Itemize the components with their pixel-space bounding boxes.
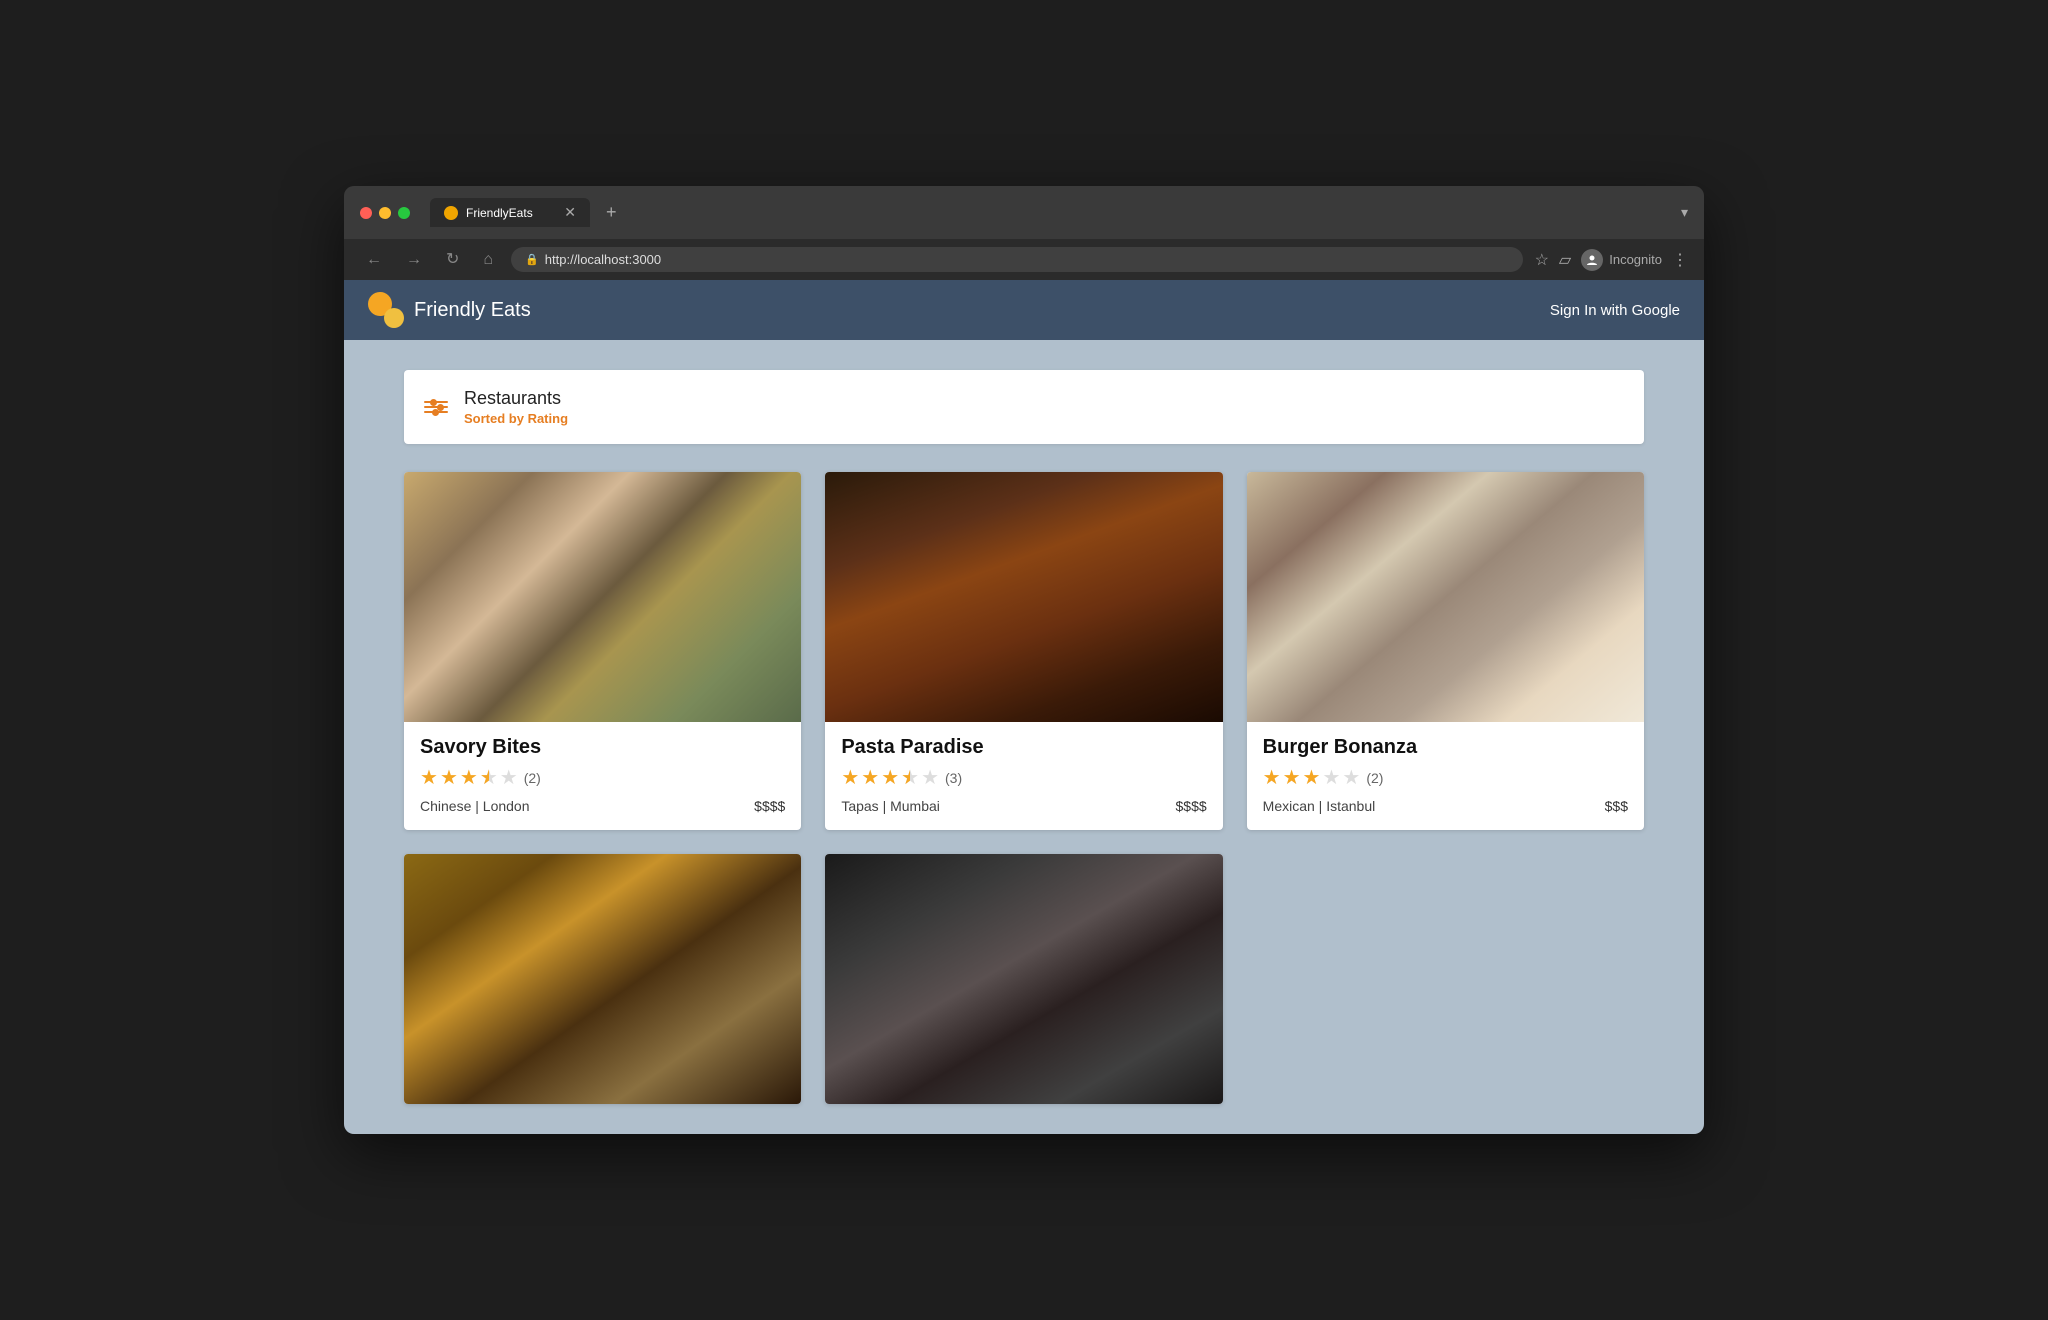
card-name: Pasta Paradise — [841, 736, 1206, 759]
star-filled: ★ — [440, 765, 458, 790]
star-filled: ★ — [420, 765, 438, 790]
restaurant-card[interactable]: Pasta Paradise ★★★★★★ (3) Tapas | Mumbai… — [825, 472, 1222, 830]
star-rating: ★★★★★★ (3) — [841, 765, 1206, 790]
star-empty: ★ — [921, 765, 939, 790]
card-meta: Mexican | Istanbul $$$ — [1263, 798, 1628, 814]
url-text: http://localhost:3000 — [545, 252, 661, 267]
logo-circle-secondary — [384, 308, 404, 328]
back-button[interactable]: ← — [360, 248, 388, 272]
filter-line-1 — [424, 401, 448, 403]
restaurant-card[interactable]: Savory Bites ★★★★★★ (2) Chinese | London… — [404, 472, 801, 830]
restaurants-panel[interactable]: Restaurants Sorted by Rating — [404, 370, 1644, 444]
app-header: Friendly Eats Sign In with Google — [344, 280, 1704, 340]
star-filled: ★ — [1263, 765, 1281, 790]
star-filled: ★ — [1303, 765, 1321, 790]
card-cuisine: Tapas | Mumbai — [841, 798, 940, 814]
card-image — [825, 854, 1222, 1104]
browser-window: FriendlyEats ✕ + ▾ ← → ↻ ⌂ 🔒 http://loca… — [344, 186, 1704, 1134]
lock-icon: 🔒 — [525, 253, 539, 266]
address-bar: ← → ↻ ⌂ 🔒 http://localhost:3000 ☆ ▱ Inco… — [344, 239, 1704, 280]
star-half: ★★ — [901, 765, 919, 790]
incognito-label: Incognito — [1609, 252, 1662, 267]
star-filled: ★ — [861, 765, 879, 790]
panel-text: Restaurants Sorted by Rating — [464, 388, 568, 426]
card-price: $$$ — [1605, 798, 1628, 814]
home-button[interactable]: ⌂ — [477, 248, 499, 272]
card-info: Burger Bonanza ★★★★★ (2) Mexican | Istan… — [1247, 722, 1644, 830]
refresh-button[interactable]: ↻ — [440, 248, 465, 272]
review-count: (3) — [945, 770, 962, 786]
panel-subtitle: Sorted by Rating — [464, 411, 568, 426]
traffic-lights — [360, 207, 410, 219]
star-empty: ★ — [500, 765, 518, 790]
restaurant-grid: Savory Bites ★★★★★★ (2) Chinese | London… — [404, 472, 1644, 1104]
star-filled: ★ — [1283, 765, 1301, 790]
card-meta: Chinese | London $$$$ — [420, 798, 785, 814]
incognito-avatar — [1581, 249, 1603, 271]
card-meta: Tapas | Mumbai $$$$ — [841, 798, 1206, 814]
sign-in-button[interactable]: Sign In with Google — [1550, 302, 1680, 319]
star-filled: ★ — [881, 765, 899, 790]
card-name: Savory Bites — [420, 736, 785, 759]
forward-button[interactable]: → — [400, 248, 428, 272]
bookmark-button[interactable]: ☆ — [1535, 250, 1549, 270]
card-image — [404, 472, 801, 722]
close-button[interactable] — [360, 207, 372, 219]
address-bar-right: ☆ ▱ Incognito ⋮ — [1535, 249, 1688, 271]
card-cuisine: Mexican | Istanbul — [1263, 798, 1376, 814]
app-logo: Friendly Eats — [368, 292, 531, 328]
app-title: Friendly Eats — [414, 299, 531, 322]
tab-title: FriendlyEats — [466, 206, 533, 220]
card-image — [825, 472, 1222, 722]
star-empty: ★ — [1342, 765, 1360, 790]
active-tab[interactable]: FriendlyEats ✕ — [430, 198, 590, 227]
card-name: Burger Bonanza — [1263, 736, 1628, 759]
card-info: Pasta Paradise ★★★★★★ (3) Tapas | Mumbai… — [825, 722, 1222, 830]
app-content: Restaurants Sorted by Rating Savory Bite… — [344, 340, 1704, 1134]
filter-line-2 — [424, 406, 448, 408]
star-half: ★★ — [480, 765, 498, 790]
logo-icon — [368, 292, 404, 328]
card-image — [1247, 472, 1644, 722]
minimize-button[interactable] — [379, 207, 391, 219]
tab-close-button[interactable]: ✕ — [564, 204, 576, 221]
filter-icon — [424, 401, 448, 413]
panel-title: Restaurants — [464, 388, 568, 409]
address-input[interactable]: 🔒 http://localhost:3000 — [511, 247, 1523, 272]
browser-titlebar: FriendlyEats ✕ + ▾ — [344, 186, 1704, 239]
card-image — [404, 854, 801, 1104]
split-screen-button[interactable]: ▱ — [1559, 250, 1571, 270]
maximize-button[interactable] — [398, 207, 410, 219]
tab-dropdown-button[interactable]: ▾ — [1681, 204, 1688, 221]
incognito-button[interactable]: Incognito — [1581, 249, 1662, 271]
new-tab-button[interactable]: + — [598, 198, 625, 227]
star-rating: ★★★★★★ (2) — [420, 765, 785, 790]
card-price: $$$$ — [1176, 798, 1207, 814]
more-button[interactable]: ⋮ — [1672, 250, 1688, 270]
restaurant-card[interactable] — [404, 854, 801, 1104]
restaurant-card[interactable] — [825, 854, 1222, 1104]
review-count: (2) — [524, 770, 541, 786]
card-price: $$$$ — [754, 798, 785, 814]
tab-bar: FriendlyEats ✕ + — [430, 198, 1669, 227]
star-empty: ★ — [1322, 765, 1340, 790]
review-count: (2) — [1366, 770, 1383, 786]
star-filled: ★ — [841, 765, 859, 790]
tab-favicon — [444, 206, 458, 220]
card-cuisine: Chinese | London — [420, 798, 530, 814]
filter-line-3 — [424, 411, 448, 413]
star-rating: ★★★★★ (2) — [1263, 765, 1628, 790]
star-filled: ★ — [460, 765, 478, 790]
card-info: Savory Bites ★★★★★★ (2) Chinese | London… — [404, 722, 801, 830]
restaurant-card[interactable]: Burger Bonanza ★★★★★ (2) Mexican | Istan… — [1247, 472, 1644, 830]
